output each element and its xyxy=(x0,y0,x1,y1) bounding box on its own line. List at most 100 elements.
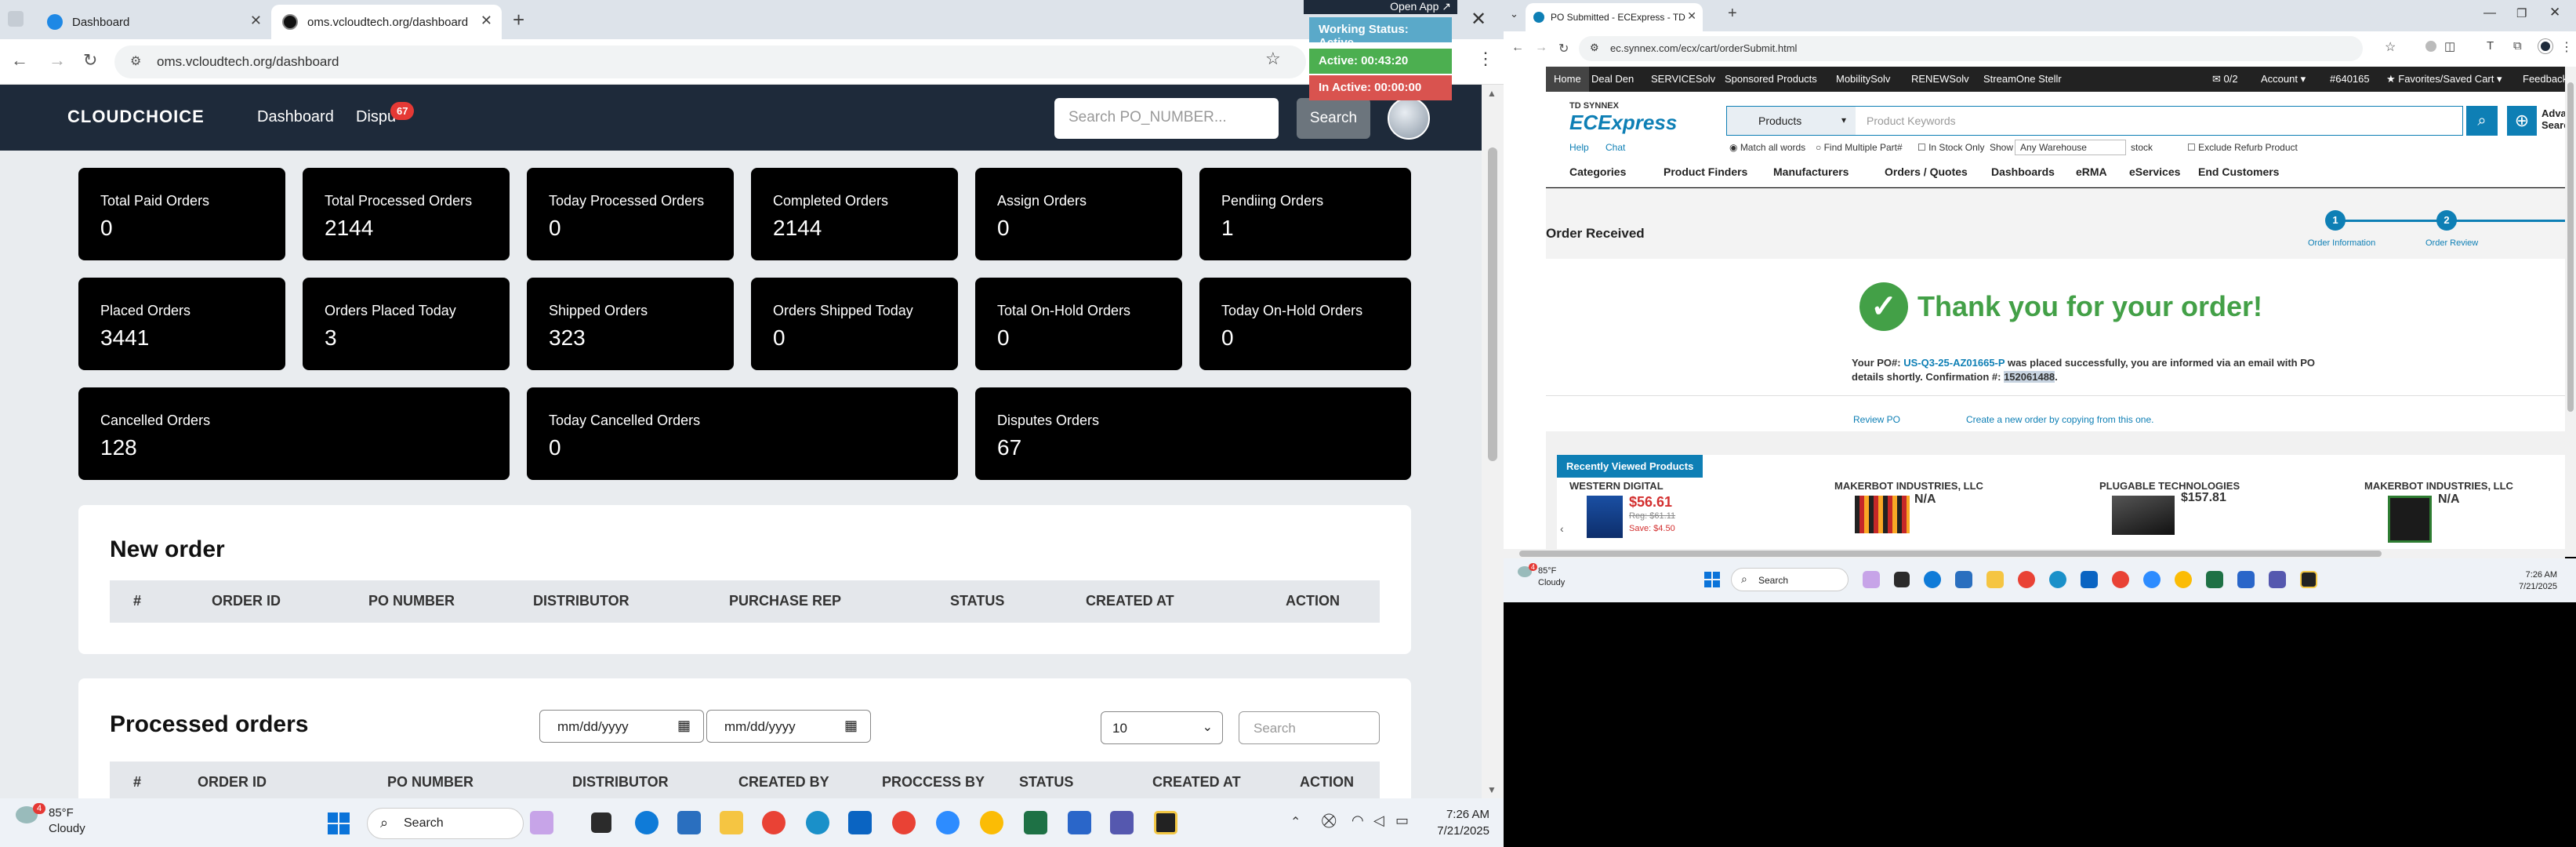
sticky-app-icon[interactable] xyxy=(1154,811,1177,834)
nav-mobilitysolv[interactable]: MobilitySolv xyxy=(1836,73,1890,85)
menu-manufacturers[interactable]: Manufacturers xyxy=(1773,165,1849,178)
weather-widget[interactable]: 4 85°F Cloudy xyxy=(1518,563,1565,587)
split-view-icon[interactable]: ⧉ xyxy=(2513,39,2522,53)
stat-card[interactable]: Total Paid Orders 0 xyxy=(78,168,285,260)
calendar-icon[interactable]: ▦ xyxy=(844,718,858,734)
sticky-app-icon[interactable] xyxy=(2300,571,2317,588)
menu-product-finders[interactable]: Product Finders xyxy=(1664,165,1747,178)
page-size-select[interactable]: 10 ⌄ xyxy=(1101,711,1223,744)
site-info-icon[interactable]: ⚙ xyxy=(130,53,141,69)
logo[interactable]: CLOUDCHOICE xyxy=(67,107,205,127)
advanced-search-icon[interactable]: ⊕ xyxy=(2507,106,2537,136)
new-tab-icon[interactable]: + xyxy=(513,8,524,32)
tab-dashboard[interactable]: Dashboard ✕ xyxy=(36,5,271,39)
clock[interactable]: 7:26 AM 7/21/2025 xyxy=(2482,569,2557,593)
date-from-input[interactable]: mm/dd/yyyy ▦ xyxy=(539,710,704,743)
page-scrollbar[interactable]: ▲ ▼ xyxy=(1482,85,1504,798)
review-po-link[interactable]: Review PO xyxy=(1853,414,1900,425)
tray-device-icon[interactable]: ⛒ xyxy=(1322,812,1336,829)
search-category-select[interactable]: Products ▾ xyxy=(1727,107,1856,135)
chrome-profile-icon[interactable] xyxy=(892,811,916,834)
account-menu[interactable]: Account ▾ xyxy=(2261,73,2306,85)
stat-card[interactable]: Placed Orders 3441 xyxy=(78,278,285,370)
chrome-icon[interactable] xyxy=(2018,571,2035,588)
teams-icon[interactable] xyxy=(2269,571,2286,588)
help-link[interactable]: Help xyxy=(1569,142,1589,153)
url-field[interactable]: ⚙ ec.synnex.com/ecx/cart/orderSubmit.htm… xyxy=(1579,36,2363,61)
create-new-order-link[interactable]: Create a new order by copying from this … xyxy=(1966,414,2153,425)
stat-card[interactable]: Completed Orders 2144 xyxy=(751,168,958,260)
find-multiple-radio[interactable]: ○ Find Multiple Part# xyxy=(1816,142,1903,153)
open-app-link[interactable]: Open App ↗ xyxy=(1304,0,1457,14)
taskbar-search[interactable]: ⌕ Search xyxy=(1731,568,1849,591)
stat-card[interactable]: Orders Shipped Today 0 xyxy=(751,278,958,370)
scrollbar-thumb[interactable] xyxy=(1488,147,1497,461)
close-tab-icon[interactable]: ✕ xyxy=(481,13,492,29)
po-search-input[interactable]: Search PO_NUMBER... xyxy=(1054,98,1279,139)
horizontal-scrollbar[interactable] xyxy=(1504,549,2565,558)
close-window-icon[interactable]: ✕ xyxy=(1471,8,1486,31)
maximize-icon[interactable]: ❐ xyxy=(2516,6,2527,20)
reload-icon[interactable]: ↻ xyxy=(1558,41,1569,56)
nav-dashboard[interactable]: Dashboard xyxy=(257,108,334,126)
edge-app-icon[interactable] xyxy=(2049,571,2066,588)
clock[interactable]: 7:26 AM 7/21/2025 xyxy=(1411,806,1489,839)
taskbar-search[interactable]: ⌕ Search xyxy=(367,808,524,839)
menu-end-customers[interactable]: End Customers xyxy=(2198,165,2279,178)
product-brand[interactable]: WESTERN DIGITAL xyxy=(1569,480,1664,492)
outlook-icon[interactable] xyxy=(848,811,872,834)
extensions-puzzle-icon[interactable]: ◫ xyxy=(2444,39,2455,53)
favorites-link[interactable]: ★ Favorites/Saved Cart ▾ xyxy=(2386,73,2502,85)
product-brand[interactable]: MAKERBOT INDUSTRIES, LLC xyxy=(1834,480,1983,492)
stat-card[interactable]: Shipped Orders 323 xyxy=(527,278,734,370)
remote-desktop-icon[interactable] xyxy=(2237,571,2255,588)
scrollbar-thumb[interactable] xyxy=(2567,82,2574,412)
close-tab-icon[interactable]: ✕ xyxy=(250,13,262,29)
new-tab-icon[interactable]: + xyxy=(1728,5,1737,23)
stat-card[interactable]: Assign Orders 0 xyxy=(975,168,1182,260)
product-brand[interactable]: PLUGABLE TECHNOLOGIES xyxy=(2099,480,2240,492)
speaker-icon[interactable]: ◁ xyxy=(1373,812,1384,829)
menu-dashboards[interactable]: Dashboards xyxy=(1991,165,2055,178)
menu-kebab-icon[interactable]: ⋮ xyxy=(1477,49,1494,69)
stat-card[interactable]: Disputes Orders 67 xyxy=(975,387,1411,480)
in-stock-checkbox[interactable]: ☐ In Stock Only xyxy=(1917,142,1984,153)
zoom-icon[interactable] xyxy=(936,811,960,834)
copilot-icon[interactable] xyxy=(530,811,553,834)
chat-link[interactable]: Chat xyxy=(1605,142,1625,153)
page-scrollbar[interactable] xyxy=(2565,67,2576,557)
stat-card[interactable]: Total Processed Orders 2144 xyxy=(303,168,510,260)
nav-sponsored[interactable]: Sponsored Products xyxy=(1725,73,1817,85)
chrome-alt-icon[interactable] xyxy=(2175,571,2192,588)
tab-search-icon[interactable]: T xyxy=(2487,39,2494,53)
task-view-icon[interactable] xyxy=(1894,572,1910,587)
calendar-icon[interactable]: ▦ xyxy=(677,718,691,734)
minimize-icon[interactable]: — xyxy=(2483,6,2496,20)
po-number-link[interactable]: US-Q3-25-AZ01665-P xyxy=(1903,357,2005,369)
windows-start-icon[interactable] xyxy=(328,812,350,834)
carousel-prev-icon[interactable]: ‹ xyxy=(1560,522,1564,535)
menu-kebab-icon[interactable]: ⋮ xyxy=(2560,39,2573,55)
product-brand[interactable]: MAKERBOT INDUSTRIES, LLC xyxy=(2364,480,2513,492)
menu-orders-quotes[interactable]: Orders / Quotes xyxy=(1885,165,1968,178)
scroll-down-icon[interactable]: ▼ xyxy=(1487,784,1497,795)
product-thumbnail[interactable] xyxy=(1855,496,1910,533)
wifi-icon[interactable]: ◠ xyxy=(1351,812,1364,829)
tab-po-submitted[interactable]: PO Submitted - ECExpress - TD ✕ xyxy=(1526,3,1703,31)
date-to-input[interactable]: mm/dd/yyyy ▦ xyxy=(706,710,871,743)
stat-card[interactable]: Today Cancelled Orders 0 xyxy=(527,387,958,480)
weather-widget[interactable]: 4 85°F Cloudy xyxy=(16,803,85,835)
excel-icon[interactable] xyxy=(2206,571,2223,588)
edge-icon[interactable] xyxy=(1924,571,1941,588)
menu-categories[interactable]: Categories xyxy=(1569,165,1626,178)
back-icon[interactable]: ← xyxy=(1511,41,1524,55)
reload-icon[interactable]: ↻ xyxy=(83,50,97,71)
back-icon[interactable]: ← xyxy=(11,50,28,71)
edge-app-icon[interactable] xyxy=(806,811,829,834)
exclude-refurb-checkbox[interactable]: ☐ Exclude Refurb Product xyxy=(2187,142,2298,153)
url-field[interactable]: ⚙ oms.vcloudtech.org/dashboard xyxy=(114,45,1306,78)
nav-streamone[interactable]: StreamOne Stellr xyxy=(1983,73,2062,85)
battery-icon[interactable]: ▭ xyxy=(1395,812,1409,829)
warehouse-select[interactable]: Any Warehouse xyxy=(2015,140,2126,155)
remote-desktop-icon[interactable] xyxy=(1068,811,1091,834)
